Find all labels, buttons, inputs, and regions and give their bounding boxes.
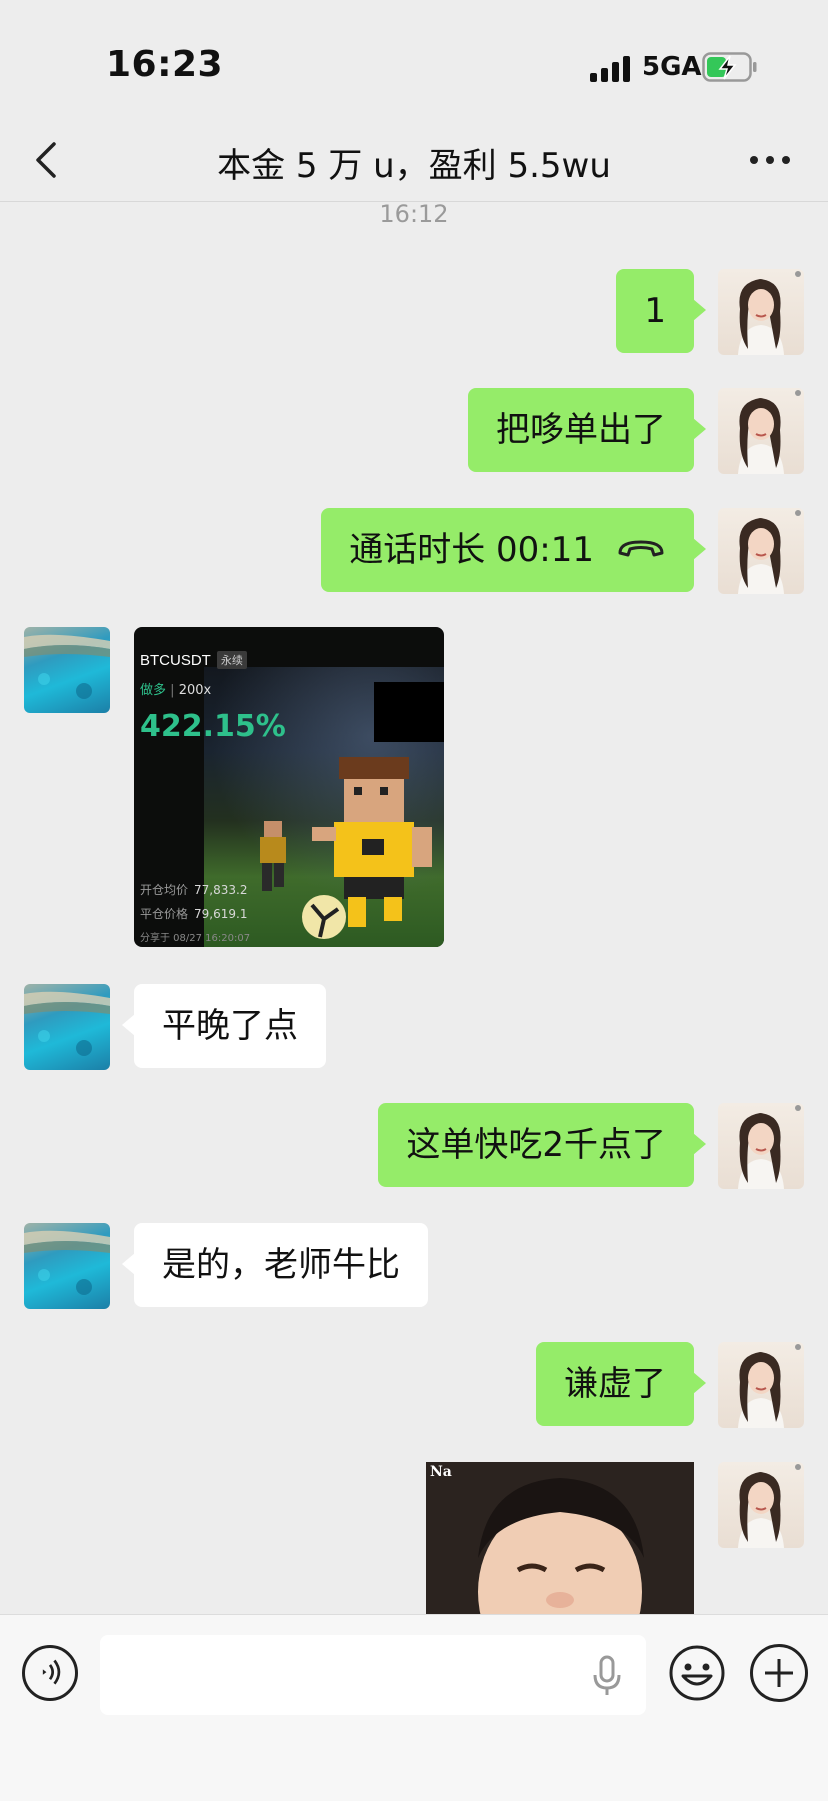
- trade-side: 做多 | 200x: [140, 683, 212, 698]
- chat-header: 本金 5 万 u，盈利 5.5wu: [0, 120, 828, 202]
- open-price-row: 开仓均价 77,833.2: [140, 883, 248, 897]
- status-bar: 16:23 5GA: [0, 0, 828, 120]
- self-avatar[interactable]: [718, 1462, 804, 1548]
- pixel-footballer-image: [302, 757, 432, 939]
- input-bar: [0, 1614, 828, 1801]
- message-bubble-self[interactable]: 谦虚了: [536, 1342, 706, 1426]
- chat-title: 本金 5 万 u，盈利 5.5wu: [217, 146, 611, 186]
- more-features-button[interactable]: [750, 1644, 808, 1702]
- share-time: 分享于 08/27 16:20:07: [140, 933, 251, 944]
- laughing-baby-image: [426, 1462, 694, 1614]
- message-bubble-self[interactable]: 把哆单出了: [468, 388, 706, 472]
- plus-icon: [765, 1659, 793, 1687]
- message-bubble-contact[interactable]: 平晚了点: [122, 984, 326, 1068]
- cellular-signal-icon: [590, 56, 632, 82]
- contact-avatar[interactable]: [24, 984, 110, 1070]
- sticker-watermark: Na: [430, 1464, 452, 1480]
- status-time: 16:23: [106, 44, 224, 85]
- self-avatar[interactable]: [718, 1103, 804, 1189]
- pixel-player-small-image: [260, 821, 286, 891]
- self-avatar[interactable]: [718, 1342, 804, 1428]
- profit-percent: 422.15%: [140, 709, 286, 744]
- contract-tag: 永续: [216, 651, 247, 669]
- trade-share-image[interactable]: BTCUSDT 永续 做多 | 200x 422.15% 开仓均价 77,833.2…: [134, 627, 444, 947]
- self-avatar[interactable]: [718, 388, 804, 474]
- message-input[interactable]: [100, 1635, 646, 1715]
- trade-symbol: BTCUSDT 永续: [140, 651, 247, 669]
- sticker-image[interactable]: Na: [426, 1462, 694, 1614]
- network-type: 5GA: [642, 52, 702, 82]
- self-avatar[interactable]: [718, 269, 804, 355]
- phone-hangup-icon: [618, 540, 664, 556]
- contact-avatar[interactable]: [24, 1223, 110, 1309]
- microphone-icon[interactable]: [592, 1655, 622, 1697]
- message-bubble-self[interactable]: 1: [616, 269, 706, 353]
- battery-charging-icon: [702, 52, 757, 82]
- more-options-icon[interactable]: [746, 145, 794, 175]
- emoji-icon[interactable]: [668, 1644, 726, 1702]
- message-timestamp: 16:12: [379, 200, 449, 228]
- message-bubble-self[interactable]: 这单快吃2千点了: [378, 1103, 706, 1187]
- call-duration-bubble[interactable]: 通话时长 00:11: [321, 508, 706, 592]
- contact-avatar[interactable]: [24, 627, 110, 713]
- call-duration-text: 通话时长 00:11: [349, 530, 594, 570]
- voice-mode-button[interactable]: [22, 1645, 78, 1701]
- self-avatar[interactable]: [718, 508, 804, 594]
- close-price-row: 平仓价格 79,619.1: [140, 907, 248, 921]
- voice-wave-icon: [42, 1659, 61, 1685]
- message-bubble-contact[interactable]: 是的，老师牛比: [122, 1223, 428, 1307]
